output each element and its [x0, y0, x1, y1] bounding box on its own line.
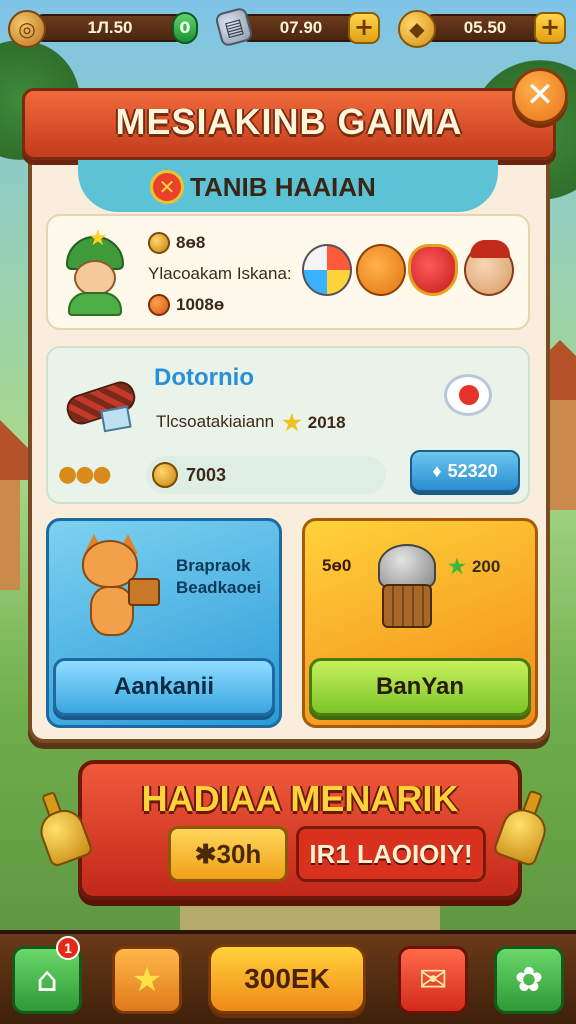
player-description: Ylacoakam Iskana:	[148, 264, 292, 283]
promo-title: HADIAA MENARIK	[141, 778, 459, 819]
promo-claim-chip[interactable]: IR1 LAOIOIY!	[296, 826, 486, 882]
coin-icon: ◎	[8, 10, 46, 48]
stat-value: 8ɵ8	[176, 233, 206, 252]
player-stat-coins: 8ɵ8	[148, 232, 205, 254]
avatar: ★	[60, 226, 130, 316]
mail-icon: ✉	[418, 960, 448, 1000]
currency-gold: 05.50 ◆ +	[398, 10, 570, 48]
star-icon: ★	[282, 410, 302, 435]
currency-value: 05.50	[420, 14, 550, 42]
star-icon: ★	[448, 556, 466, 578]
stat-value: 1008ɵ	[176, 295, 225, 314]
mail-button[interactable]: ✉	[398, 946, 468, 1014]
orange-coin-icon	[148, 294, 170, 316]
currency-bar: 1Л.50 ◎ 0 07.90 ▤ + 05.50 ◆ +	[0, 0, 576, 60]
scroll-icon	[62, 372, 142, 433]
reward-right-stat: ★ 200	[448, 554, 500, 579]
medals-icon: ●●●	[58, 462, 112, 487]
main-action-button[interactable]: 300EK	[208, 944, 366, 1014]
flower-icon: ✿	[514, 960, 544, 1000]
close-button[interactable]: ✕	[512, 68, 568, 124]
star-icon: ★	[131, 960, 163, 1000]
offer-title: Dotornio	[154, 364, 254, 391]
add-gold-button[interactable]: +	[534, 12, 566, 44]
coins-value: 7003	[186, 464, 227, 485]
dialog-title: MESIAKINB GAIMA	[115, 101, 463, 142]
stat-value: 2018	[307, 413, 346, 432]
reward-right-left-value: 5ɵ0	[322, 556, 352, 575]
star-button[interactable]: ★	[112, 946, 182, 1014]
stat-value: 200	[471, 556, 501, 576]
home-icon: ⌂	[36, 960, 58, 1000]
currency-value: 1Л.50	[30, 14, 190, 42]
promo-timer-chip[interactable]: ✱30h	[168, 826, 288, 882]
reward-left-line1: Brapraok	[176, 556, 251, 575]
item-row	[300, 240, 520, 304]
coin-icon	[152, 462, 178, 488]
reward-left-line2: Beadkaoei	[176, 578, 262, 597]
offer-description: Tlcsoatakiaiann	[156, 412, 275, 431]
doll-icon[interactable]	[464, 240, 514, 296]
chat-bubble-icon[interactable]	[444, 374, 492, 416]
fruit-character-icon[interactable]	[356, 244, 406, 296]
fox-character-icon	[72, 534, 164, 644]
offer-stat: ★ 2018	[282, 410, 346, 436]
dialog-banner: MESIAKINB GAIMA	[22, 88, 556, 160]
add-tickets-button[interactable]: +	[348, 12, 380, 44]
gem-icon: ♦	[432, 460, 442, 481]
red-bag-icon[interactable]	[408, 244, 458, 296]
target-icon: ✕	[150, 170, 184, 204]
notification-badge: 1	[56, 936, 80, 960]
settings-button[interactable]: ✿	[494, 946, 564, 1014]
player-stat-orange: 1008ɵ	[148, 294, 224, 316]
reward-left-button[interactable]: Aankanii	[53, 658, 275, 716]
reward-right-button[interactable]: BanYan	[309, 658, 531, 716]
offer-coins: 7003	[146, 456, 386, 494]
currency-tickets: 07.90 ▤ +	[214, 6, 384, 48]
gold-pile-icon: ◆	[398, 10, 436, 48]
price-label: 52320	[447, 460, 498, 481]
green-pill-icon[interactable]: 0	[172, 12, 198, 44]
helmet-barrel-icon	[370, 544, 442, 630]
currency-value: 07.90	[236, 14, 366, 42]
hut	[0, 420, 60, 590]
beach-ball-icon[interactable]	[302, 244, 352, 296]
section-title: TANIB HAAIAN	[190, 172, 376, 202]
currency-coins: 1Л.50 ◎ 0	[8, 10, 198, 48]
buy-offer-button[interactable]: ♦ 52320	[410, 450, 520, 492]
coin-icon	[148, 232, 170, 254]
